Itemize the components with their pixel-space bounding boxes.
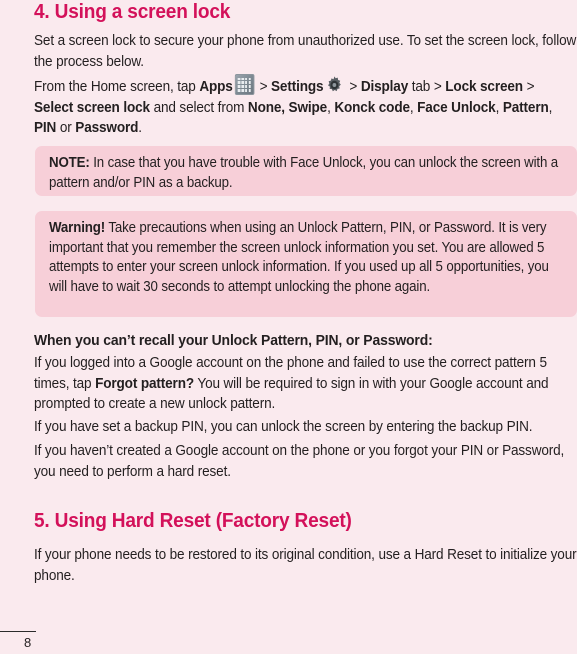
option-none-swipe: None, Swipe bbox=[247, 99, 328, 116]
path-period: . bbox=[138, 120, 142, 136]
comma-4: , bbox=[548, 99, 553, 116]
screen-lock-path-paragraph: From the Home screen, tap Apps > Setting… bbox=[34, 74, 577, 139]
section-4-intro-paragraph: Set a screen lock to secure your phone f… bbox=[34, 33, 577, 70]
note-body: In case that you have trouble with Face … bbox=[49, 155, 559, 191]
settings-label: Settings bbox=[271, 79, 324, 95]
section-5-body-paragraph: If your phone needs to be restored to it… bbox=[34, 547, 577, 584]
section-4-heading: 4. Using a screen lock bbox=[34, 0, 231, 23]
note-callout-box: NOTE: In case that you have trouble with… bbox=[35, 146, 577, 196]
apps-grid-icon bbox=[234, 74, 255, 95]
section-5-heading: 5. Using Hard Reset (Factory Reset) bbox=[34, 509, 352, 532]
warning-body: Take precautions when using an Unlock Pa… bbox=[49, 220, 549, 295]
path-separator-3: > bbox=[522, 79, 535, 95]
recall-body-paragraph: If you logged into a Google account on t… bbox=[34, 353, 577, 415]
or-word: or bbox=[56, 120, 76, 136]
option-knock-code: Konck code bbox=[334, 99, 410, 116]
no-google-account-paragraph: If you haven’t created a Google account … bbox=[34, 443, 565, 480]
path-separator-2: > bbox=[345, 79, 361, 95]
recall-heading: When you can’t recall your Unlock Patter… bbox=[34, 332, 433, 349]
manual-page: 4. Using a screen lock Set a screen lock… bbox=[0, 0, 577, 654]
warning-callout-text: Warning! Take precautions when using an … bbox=[49, 219, 570, 297]
footer-divider bbox=[0, 631, 36, 633]
page-number: 8 bbox=[24, 635, 32, 650]
backup-pin-paragraph: If you have set a backup PIN, you can un… bbox=[34, 419, 533, 435]
path-lead-text: From the Home screen, tap bbox=[34, 79, 200, 95]
option-pattern: Pattern bbox=[502, 99, 549, 116]
gear-icon bbox=[325, 75, 344, 95]
comma-1: , bbox=[327, 99, 335, 116]
select-from-text: and select from bbox=[149, 99, 248, 116]
lock-screen-label: Lock screen bbox=[445, 79, 523, 95]
apps-label: Apps bbox=[199, 79, 233, 95]
warning-callout-box: Warning! Take precautions when using an … bbox=[35, 211, 577, 317]
tab-word: tab > bbox=[408, 79, 446, 95]
note-callout-text: NOTE: In case that you have trouble with… bbox=[49, 154, 570, 193]
select-screen-lock-label: Select screen lock bbox=[34, 99, 150, 116]
forgot-pattern-label: Forgot pattern? bbox=[95, 375, 195, 392]
comma-2: , bbox=[409, 99, 418, 116]
note-label: NOTE: bbox=[49, 155, 90, 171]
path-separator-1: > bbox=[255, 79, 272, 95]
warning-label: Warning! bbox=[49, 220, 106, 236]
option-pin: PIN bbox=[34, 120, 57, 136]
option-face-unlock: Face Unlock bbox=[417, 99, 496, 116]
option-password: Password bbox=[75, 120, 139, 136]
display-label: Display bbox=[360, 79, 409, 95]
